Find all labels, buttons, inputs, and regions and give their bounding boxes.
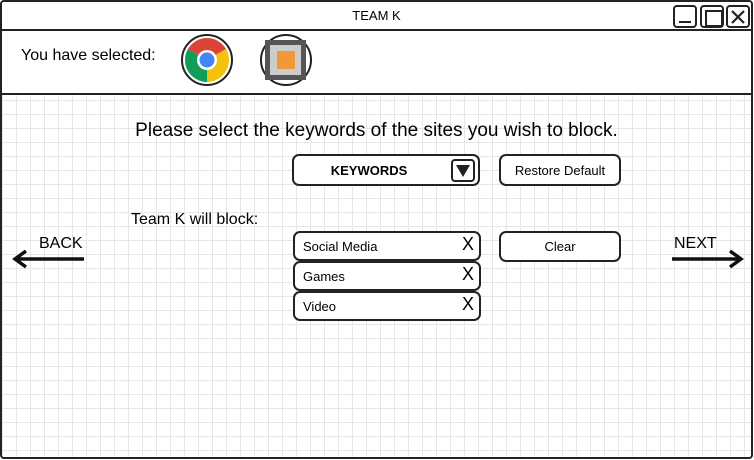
keyword-label: Video <box>303 299 337 314</box>
keyword-label: Social Media <box>303 239 378 254</box>
keyword-item[interactable]: Games X <box>293 261 481 291</box>
keyword-item[interactable]: Video X <box>293 291 481 321</box>
next-button[interactable]: NEXT <box>670 234 744 272</box>
close-icon[interactable] <box>726 5 750 28</box>
page-heading: Please select the keywords of the sites … <box>135 120 618 141</box>
remove-keyword-button[interactable]: X <box>462 264 474 285</box>
keywords-dropdown[interactable]: KEYWORDS <box>292 154 480 186</box>
selected-label: You have selected: <box>21 47 156 64</box>
keyword-label: Games <box>303 269 345 284</box>
chrome-icon[interactable] <box>181 34 233 86</box>
right-arrow-icon <box>672 249 744 269</box>
window-title: TEAM K <box>352 8 401 23</box>
dropdown-arrow-icon[interactable] <box>451 159 475 182</box>
keywords-dropdown-label: KEYWORDS <box>330 162 408 178</box>
selection-bar: You have selected: <box>2 31 751 95</box>
remove-keyword-button[interactable]: X <box>462 234 474 255</box>
maximize-icon[interactable] <box>700 5 724 28</box>
clear-button[interactable]: Clear <box>499 231 621 262</box>
remove-keyword-button[interactable]: X <box>462 294 474 315</box>
restore-default-button[interactable]: Restore Default <box>499 154 621 186</box>
title-bar: TEAM K <box>2 2 751 31</box>
orange-square-app-icon[interactable] <box>260 34 312 86</box>
app-window: TEAM K You have selected: Please select … <box>0 0 753 459</box>
back-button[interactable]: BACK <box>12 234 86 272</box>
minimize-icon[interactable] <box>673 5 697 28</box>
left-arrow-icon <box>12 249 84 269</box>
keyword-item[interactable]: Social Media X <box>293 231 481 261</box>
block-list-label: Team K will block: <box>131 211 259 228</box>
